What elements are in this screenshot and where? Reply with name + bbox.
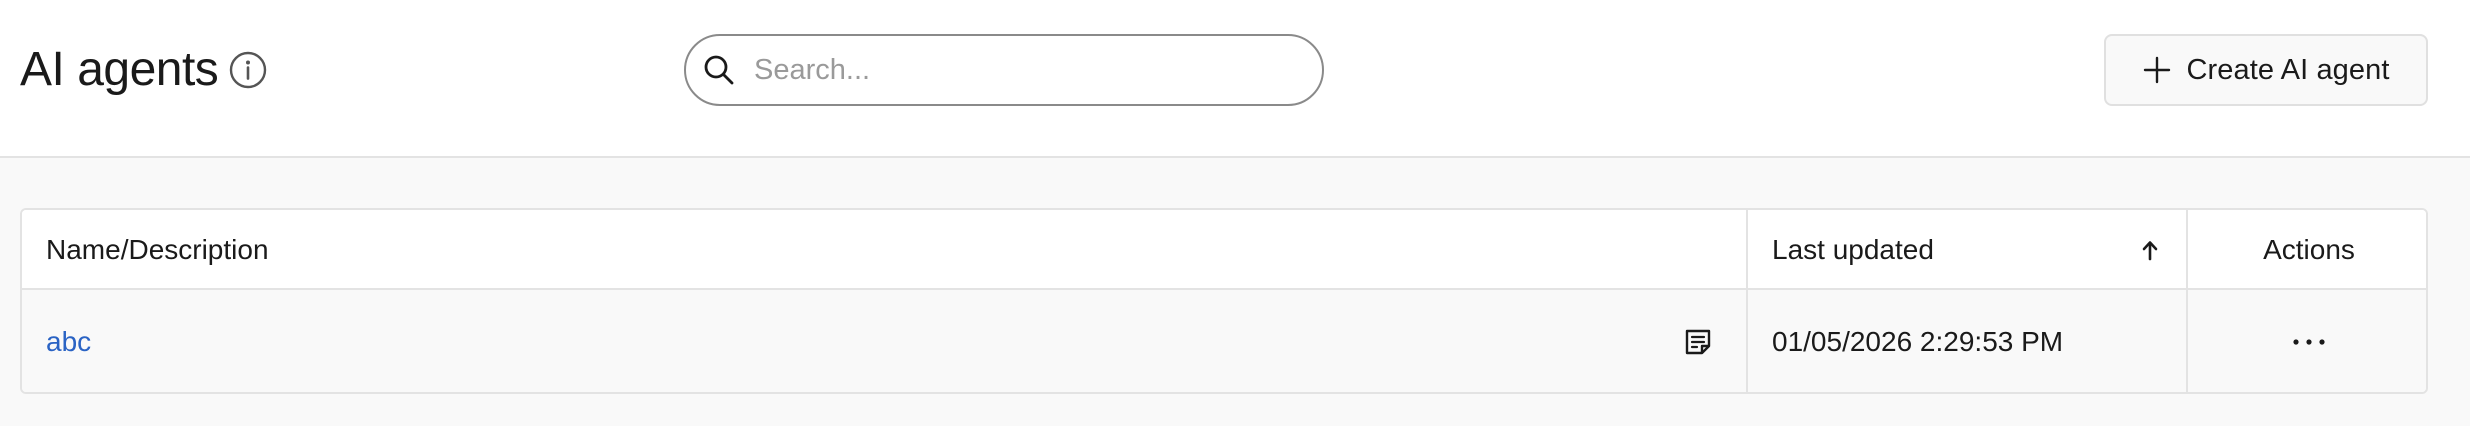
- more-horizontal-icon[interactable]: [2279, 322, 2339, 362]
- create-ai-agent-label: Create AI agent: [2186, 53, 2390, 86]
- agent-name-link[interactable]: abc: [46, 326, 91, 358]
- page-header: AI agents Create AI agent: [0, 0, 2470, 158]
- table-header-row: Name/Description Last updated Actions: [22, 210, 2426, 290]
- column-divider: [1746, 210, 1748, 288]
- description-cell: [1682, 290, 1714, 392]
- search-box[interactable]: [684, 34, 1324, 106]
- agent-name-cell: abc: [46, 290, 91, 392]
- info-icon[interactable]: [228, 50, 268, 90]
- column-header-actions: Actions: [2263, 234, 2355, 265]
- arrow-up-icon[interactable]: [2138, 238, 2162, 262]
- page-title: AI agents: [20, 42, 219, 96]
- page-title-group: AI agents: [20, 38, 268, 100]
- search-icon: [702, 53, 736, 87]
- create-ai-agent-button[interactable]: Create AI agent: [2104, 34, 2428, 106]
- notes-icon[interactable]: [1682, 326, 1714, 358]
- search-input[interactable]: [754, 53, 1294, 87]
- last-updated-cell: 01/05/2026 2:29:53 PM: [1772, 326, 2064, 357]
- column-header-last-updated[interactable]: Last updated: [1772, 210, 1934, 290]
- actions-cell: [2188, 290, 2426, 392]
- table-row: abc 01/05/2026 2:29:53 PM: [22, 290, 2426, 392]
- column-divider: [1746, 290, 1748, 392]
- ai-agents-table: Name/Description Last updated Actions ab…: [20, 208, 2428, 394]
- sort-ascending-button[interactable]: [2138, 210, 2162, 290]
- plus-icon: [2142, 55, 2172, 85]
- column-header-name-description[interactable]: Name/Description: [46, 210, 269, 290]
